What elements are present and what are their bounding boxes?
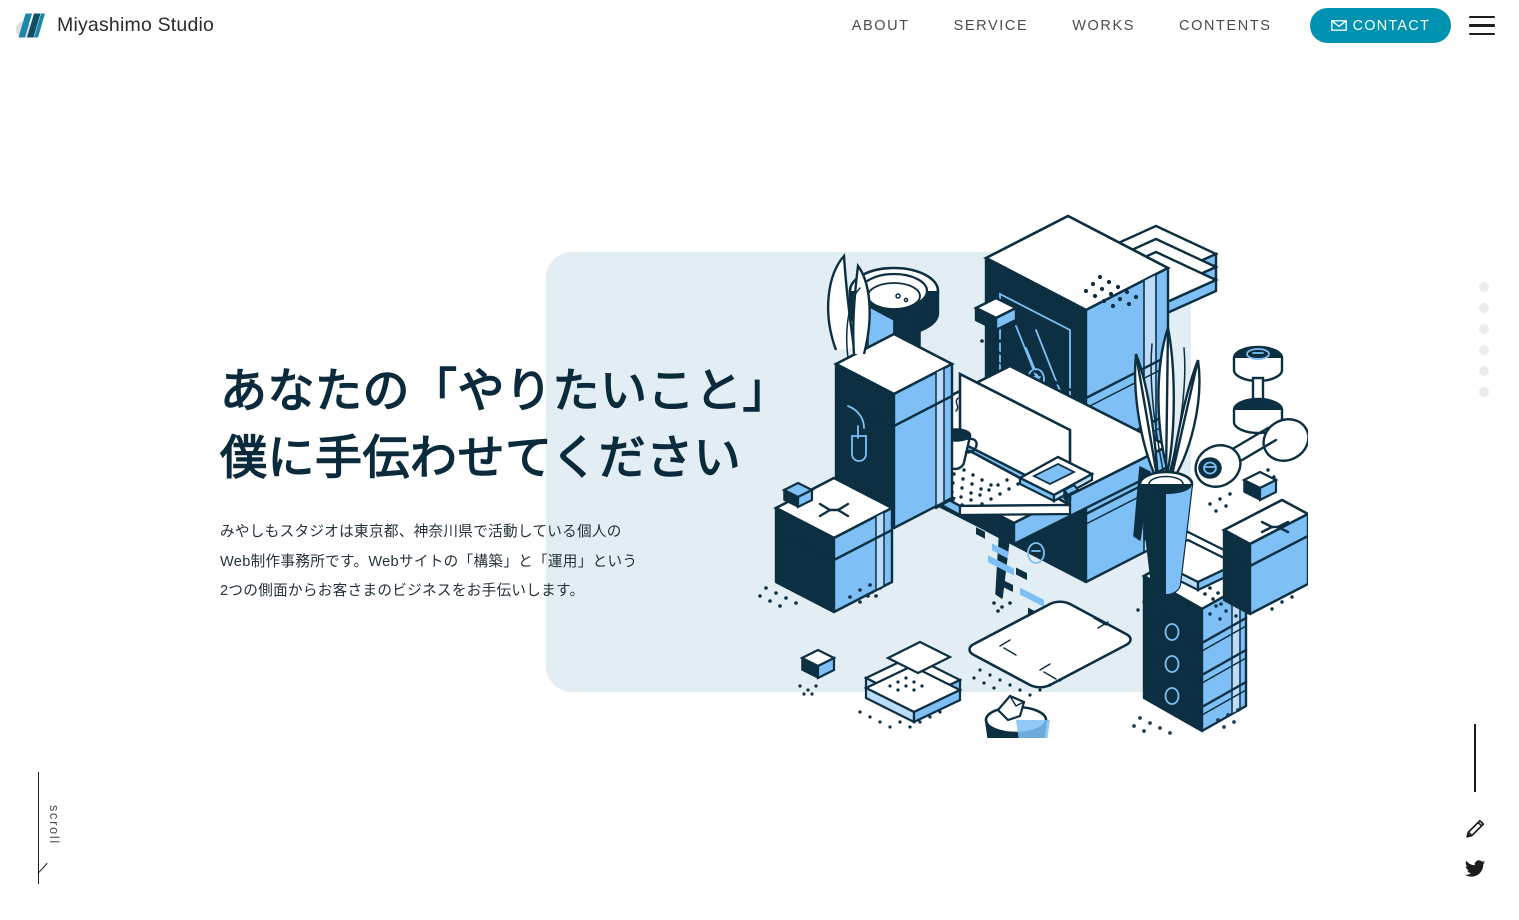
- hamburger-menu-icon[interactable]: [1469, 13, 1499, 39]
- section-dot-4[interactable]: [1479, 345, 1489, 355]
- nav-contents[interactable]: CONTENTS: [1179, 12, 1272, 40]
- section-dot-5[interactable]: [1479, 366, 1489, 376]
- page-title: あなたの「やりたいこと」 僕に手伝わせてください: [220, 358, 790, 491]
- hero-lead-line-1: みやしもスタジオは東京都、神奈川県で活動している個人の: [220, 524, 622, 541]
- paper-pile-floor: [858, 640, 963, 729]
- landing-page: Miyashimo Studio ABOUT SERVICE WORKS CON…: [0, 0, 1519, 920]
- nav-service[interactable]: SERVICE: [954, 12, 1029, 40]
- dumbbell-vertical: [1232, 345, 1284, 435]
- section-dot-1[interactable]: [1479, 282, 1489, 292]
- small-cube-floor: [798, 648, 837, 696]
- brand-logo[interactable]: Miyashimo Studio: [14, 12, 214, 39]
- envelope-icon: [1330, 20, 1347, 31]
- hamburger-bar-2: [1469, 24, 1495, 27]
- scroll-indicator[interactable]: scroll: [30, 772, 70, 904]
- section-dot-3[interactable]: [1479, 324, 1489, 334]
- section-indicator-dots: [1479, 282, 1489, 397]
- section-dot-2[interactable]: [1479, 303, 1489, 313]
- pencil-icon[interactable]: [1464, 818, 1486, 840]
- hamburger-bar-1: [1469, 15, 1495, 19]
- trash-bin: [984, 694, 1050, 738]
- logo-slashes-icon: [15, 13, 45, 38]
- brand-name: Miyashimo Studio: [57, 14, 215, 36]
- hero-title-line-2: 僕に手伝わせてください: [220, 430, 742, 484]
- twitter-bird-icon[interactable]: [1464, 858, 1486, 880]
- isometric-workspace-illustration: .ink { fill:#0d2f42; } .mid { fill:#7ec0…: [748, 178, 1308, 738]
- hero-lead-text: みやしもスタジオは東京都、神奈川県で活動している個人の Web制作事務所です。W…: [220, 518, 740, 606]
- scroll-label: scroll: [47, 805, 61, 845]
- rail-divider-line: [1474, 724, 1476, 792]
- hero-title-line-1: あなたの「やりたいこと」: [220, 364, 790, 417]
- floating-cube-2: [1241, 470, 1279, 502]
- section-dot-6[interactable]: [1479, 387, 1489, 397]
- hero-lead-line-2: Web制作事務所です。Webサイトの「構築」と「運用」という: [220, 553, 638, 570]
- hero-copy: あなたの「やりたいこと」 僕に手伝わせてください みやしもスタジオは東京都、神奈…: [220, 358, 790, 606]
- contact-button[interactable]: CONTACT: [1309, 8, 1451, 43]
- hamburger-bar-3: [1469, 32, 1495, 36]
- gift-box-left: [758, 476, 895, 614]
- nav-about[interactable]: ABOUT: [852, 12, 910, 40]
- hero-lead-line-3: 2つの側面からお客さまのビジネスをお手伝いします。: [220, 582, 585, 599]
- site-header: Miyashimo Studio ABOUT SERVICE WORKS CON…: [0, 0, 1519, 51]
- plant-left: [826, 253, 871, 359]
- contact-button-label: CONTACT: [1352, 17, 1430, 34]
- primary-navigation: ABOUT SERVICE WORKS CONTENTS CONTACT: [852, 8, 1519, 43]
- social-rail: [1458, 724, 1492, 880]
- scroll-line: [38, 772, 40, 884]
- nav-works[interactable]: WORKS: [1072, 12, 1135, 40]
